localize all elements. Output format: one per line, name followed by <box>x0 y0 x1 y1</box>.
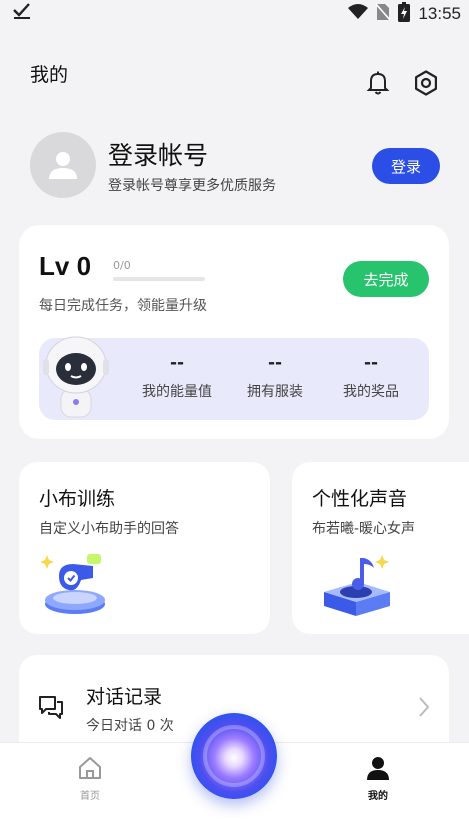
voice-subtitle: 布若曦-暖心女声 <box>312 521 416 537</box>
level-description: 每日完成任务，领能量升级 <box>39 298 207 314</box>
stat-prizes-value: -- <box>363 353 379 373</box>
stat-outfits[interactable]: -- 拥有服装 <box>227 353 323 401</box>
stat-energy-label: 我的能量值 <box>142 384 212 400</box>
person-icon <box>365 755 391 781</box>
voice-card[interactable]: 个性化声音 布若曦-暖心女声 <box>292 462 469 634</box>
stat-outfits-value: -- <box>267 353 283 373</box>
training-card[interactable]: 小布训练 自定义小布助手的回答 <box>19 462 270 634</box>
voice-title: 个性化声音 <box>312 488 408 510</box>
wifi-icon <box>348 4 369 24</box>
stat-prizes-label: 我的奖品 <box>343 384 399 400</box>
stat-energy-value: -- <box>169 353 185 373</box>
complete-task-button[interactable]: 去完成 <box>343 261 429 297</box>
tab-home-label: 首页 <box>80 791 100 802</box>
tab-home[interactable]: 首页 <box>60 755 120 802</box>
level-card: Lv 0 0/0 每日完成任务，领能量升级 去完成 -- 我的能量值 -- 拥有… <box>19 225 449 439</box>
status-time: 13:55 <box>418 4 461 23</box>
tab-mine-label: 我的 <box>368 791 388 802</box>
page-title: 我的 <box>30 64 69 86</box>
music-player-icon <box>320 552 400 618</box>
orb-ring <box>203 725 265 787</box>
no-sim-icon <box>375 3 392 25</box>
status-bar: 13:55 <box>0 0 469 26</box>
voice-assistant-button[interactable] <box>191 713 277 799</box>
login-button[interactable]: 登录 <box>372 148 440 184</box>
level-label: Lv 0 <box>39 251 92 281</box>
notification-bell-icon[interactable] <box>365 70 391 96</box>
chat-history-icon <box>37 693 65 721</box>
history-title: 对话记录 <box>86 686 163 708</box>
login-title[interactable]: 登录帐号 <box>108 136 208 172</box>
login-subtitle: 登录帐号尊享更多优质服务 <box>108 178 276 194</box>
training-title: 小布训练 <box>39 488 116 510</box>
level-progress-bar <box>113 277 205 281</box>
check-notification-icon <box>12 2 32 24</box>
settings-gear-icon[interactable] <box>413 70 439 96</box>
stat-outfits-label: 拥有服装 <box>247 384 303 400</box>
tab-mine[interactable]: 我的 <box>348 755 408 802</box>
history-subtitle: 今日对话 0 次 <box>86 718 174 734</box>
level-progress-text: 0/0 <box>113 259 131 272</box>
stat-prizes[interactable]: -- 我的奖品 <box>323 353 419 401</box>
robot-mascot-icon <box>35 329 115 421</box>
login-section: 登录帐号 登录帐号尊享更多优质服务 登录 <box>30 132 440 200</box>
home-icon <box>77 755 103 781</box>
battery-charging-icon <box>398 2 411 26</box>
training-subtitle: 自定义小布助手的回答 <box>39 521 179 537</box>
whistle-training-icon <box>40 552 121 618</box>
stat-energy[interactable]: -- 我的能量值 <box>129 353 225 401</box>
chevron-right-icon <box>417 695 431 719</box>
avatar[interactable] <box>30 132 96 198</box>
